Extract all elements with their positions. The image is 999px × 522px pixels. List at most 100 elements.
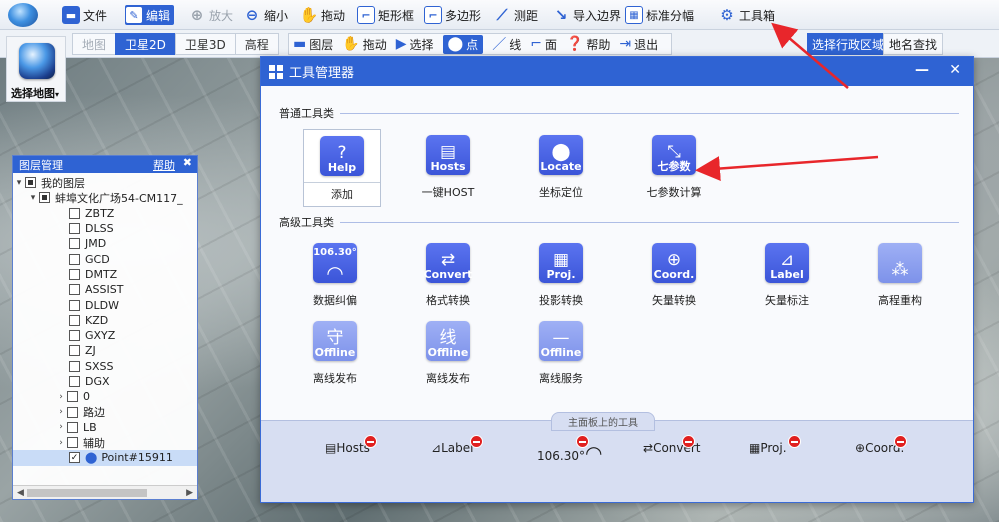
import-boundary-button[interactable]: ↘ 导入边界 — [552, 5, 621, 25]
tree-layer-item[interactable]: ZJ — [13, 343, 197, 358]
help-button[interactable]: ❓ 帮助 — [566, 36, 610, 53]
tree-collapsed-group[interactable]: › 0 — [13, 389, 197, 404]
chevron-down-icon[interactable]: ▾ — [27, 193, 39, 203]
advanced-tool-tile[interactable]: ⇄ Convert — [424, 243, 472, 283]
common-tool-tile[interactable]: ? Help — [320, 136, 364, 176]
exit-button[interactable]: ⇥ 退出 — [619, 36, 658, 53]
checkbox[interactable] — [69, 223, 80, 235]
tree-layer-item[interactable]: SXSS — [13, 359, 197, 374]
toolbox-button[interactable]: ⚙ 工具箱 — [718, 5, 775, 25]
checkbox[interactable] — [69, 330, 80, 342]
select-region-button[interactable]: 选择行政区域 — [807, 33, 890, 55]
measure-button[interactable]: ⟋ 测距 — [493, 5, 538, 25]
tab-satellite-3d[interactable]: 卫星3D — [174, 33, 236, 55]
polygon-button[interactable]: ⌐ 多边形 — [424, 5, 481, 25]
zoom-out-button[interactable]: ⊖ 缩小 — [243, 5, 288, 25]
minimize-icon[interactable]: — — [915, 62, 929, 78]
tree-layer-item[interactable]: GXYZ — [13, 328, 197, 343]
tree-collapsed-group[interactable]: › LB — [13, 420, 197, 435]
line-button[interactable]: ／线 — [492, 34, 521, 54]
remove-icon[interactable] — [576, 435, 589, 448]
advanced-tool-tile[interactable]: 线 Offline — [426, 321, 470, 361]
remove-icon[interactable] — [470, 435, 483, 448]
close-icon[interactable]: ✖ — [183, 156, 192, 169]
panel-tool-4[interactable]: ▦Proj. — [749, 435, 801, 481]
checkbox[interactable] — [69, 360, 80, 372]
tree-collapsed-group[interactable]: › 辅助 — [13, 435, 197, 450]
common-tool-0[interactable]: ? Help 添加 — [303, 129, 381, 207]
tree-root[interactable]: ▾ 我的图层 — [13, 175, 197, 190]
advanced-tool-tile[interactable]: ⊿ Label — [765, 243, 809, 283]
tree-layer-item[interactable]: DGX — [13, 374, 197, 389]
pan-button[interactable]: ✋ 拖动 — [300, 5, 345, 25]
panel-tool-1[interactable]: ⊿Label — [431, 435, 483, 481]
panel-tool-tile[interactable]: ⊿Label — [431, 441, 475, 481]
checkbox[interactable] — [67, 391, 78, 403]
advanced-tool-7[interactable]: 线 Offline 离线发布 — [409, 321, 487, 386]
chevron-down-icon[interactable]: ▾ — [13, 178, 25, 188]
tree-layer-item[interactable]: DLSS — [13, 221, 197, 236]
tab-map[interactable]: 地图 — [72, 33, 117, 55]
common-tool-2[interactable]: ⬤ Locate 坐标定位 — [522, 135, 600, 200]
panel-tool-0[interactable]: ▤Hosts — [325, 435, 377, 481]
tree-layer-item[interactable]: DMTZ — [13, 267, 197, 282]
chevron-right-icon[interactable]: › — [55, 392, 67, 402]
advanced-tool-0[interactable]: 106.30° ◠ 数据纠偏 — [296, 243, 374, 308]
advanced-tool-2[interactable]: ▦ Proj. 投影转换 — [522, 243, 600, 308]
tree-collapsed-group[interactable]: › 路边 — [13, 404, 197, 419]
remove-icon[interactable] — [788, 435, 801, 448]
tab-satellite-2d[interactable]: 卫星2D — [115, 33, 176, 55]
common-tool-3[interactable]: ⤡ 七参数 七参数计算 — [635, 135, 713, 200]
common-tool-tile[interactable]: ⬤ Locate — [539, 135, 583, 175]
tree-layer-item[interactable]: JMD — [13, 236, 197, 251]
advanced-tool-1[interactable]: ⇄ Convert 格式转换 — [409, 243, 487, 308]
checkbox[interactable] — [69, 345, 80, 357]
advanced-tool-6[interactable]: 守 Offline 离线发布 — [296, 321, 374, 386]
checkbox[interactable] — [69, 376, 80, 387]
panel-tool-tile[interactable]: ⊕Coord. — [855, 441, 904, 481]
advanced-tool-4[interactable]: ⊿ Label 矢量标注 — [748, 243, 826, 308]
close-icon[interactable]: ✕ — [949, 62, 961, 78]
panel-tool-5[interactable]: ⊕Coord. — [855, 435, 907, 481]
tree-layer-item[interactable]: ASSIST — [13, 282, 197, 297]
file-button[interactable]: ▬ 文件 — [62, 5, 107, 25]
checkbox[interactable] — [67, 406, 78, 418]
tree-group[interactable]: ▾ 蚌埠文化广场54-CM117_ — [13, 190, 197, 205]
chevron-right-icon[interactable]: › — [55, 422, 67, 432]
place-search-button[interactable]: 地名查找 — [883, 33, 944, 55]
chevron-right-icon[interactable]: › — [55, 438, 67, 448]
panel-tool-3[interactable]: ⇄Convert — [643, 435, 701, 481]
select-map-widget[interactable]: 选择地图▾ — [6, 36, 66, 102]
advanced-tool-tile[interactable]: ⁂ — [878, 243, 922, 283]
advanced-tool-tile[interactable]: — Offline — [539, 321, 583, 361]
panel-tool-tile[interactable]: ▤Hosts — [325, 441, 370, 481]
pan-tool-button[interactable]: ✋ 拖动 — [342, 36, 386, 53]
horizontal-scrollbar[interactable]: ◀ ▶ — [13, 485, 197, 499]
common-tool-tile[interactable]: ⤡ 七参数 — [652, 135, 696, 175]
panel-tool-2[interactable]: 106.30°◠ — [537, 435, 602, 481]
std-sheet-button[interactable]: ▦ 标准分幅 — [625, 5, 694, 25]
area-button[interactable]: ⌐ 面 — [530, 36, 557, 53]
point-button[interactable]: ⬤ 点 — [442, 34, 484, 54]
advanced-tool-tile[interactable]: ▦ Proj. — [539, 243, 583, 283]
checkbox[interactable] — [69, 314, 80, 326]
common-tool-1[interactable]: ▤ Hosts 一键HOST — [409, 135, 487, 200]
layer-panel-help-link[interactable]: 帮助 — [153, 157, 175, 173]
scroll-left-icon[interactable]: ◀ — [17, 488, 24, 498]
chevron-right-icon[interactable]: › — [55, 407, 67, 417]
tree-layer-item[interactable]: GCD — [13, 251, 197, 266]
panel-tool-tile[interactable]: 106.30°◠ — [537, 441, 602, 481]
checkbox[interactable] — [67, 421, 78, 433]
scroll-thumb[interactable] — [27, 489, 147, 497]
common-tool-tile[interactable]: ▤ Hosts — [426, 135, 470, 175]
checkbox[interactable] — [69, 207, 80, 219]
checkbox[interactable] — [69, 284, 80, 296]
advanced-tool-5[interactable]: ⁂ 高程重构 — [861, 243, 939, 308]
checkbox[interactable] — [39, 192, 50, 204]
remove-icon[interactable] — [682, 435, 695, 448]
panel-tool-tile[interactable]: ⇄Convert — [643, 441, 701, 481]
checkbox[interactable] — [69, 238, 80, 250]
checkbox[interactable] — [67, 437, 78, 449]
tree-layer-item[interactable]: DLDW — [13, 297, 197, 312]
checkbox[interactable] — [25, 177, 36, 189]
